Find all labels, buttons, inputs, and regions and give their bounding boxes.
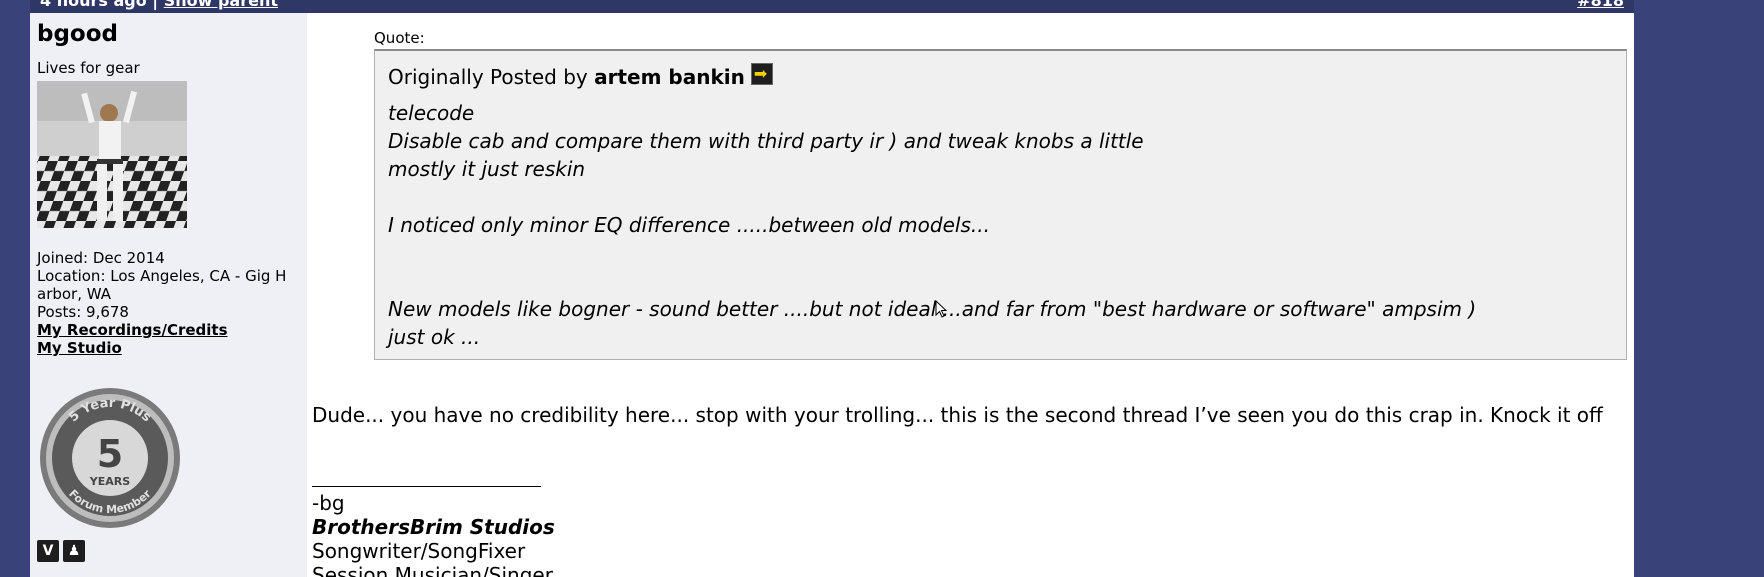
quote-line: New models like bogner - sound better ..… <box>388 297 1477 321</box>
quote-text: telecode Disable cab and compare them wi… <box>388 99 1476 351</box>
quote-block: Originally Posted by artem bankin teleco… <box>374 49 1627 360</box>
my-studio-link[interactable]: My Studio <box>37 339 302 357</box>
location-line-2: arbor, WA <box>37 285 112 303</box>
quote-line: Disable cab and compare them with third … <box>388 129 1144 153</box>
username[interactable]: bgood <box>37 21 118 47</box>
user-info: Joined: Dec 2014 Location: Los Angeles, … <box>37 249 302 357</box>
meta-separator: | <box>152 0 159 10</box>
quote-line: just ok ... <box>388 325 481 349</box>
quote-label: Quote: <box>374 29 425 47</box>
signature: -bg BrothersBrim Studios Songwriter/Song… <box>312 461 555 577</box>
quote-line <box>388 183 1476 211</box>
joined-date: Joined: Dec 2014 <box>37 249 165 267</box>
badge-years-word: YEARS <box>89 475 130 488</box>
show-parent-link[interactable]: Show parent <box>164 0 278 10</box>
mouse-cursor-icon <box>935 300 947 318</box>
quote-line <box>388 239 1476 267</box>
location-line-1: Location: Los Angeles, CA - Gig H <box>37 267 287 285</box>
quote-line: telecode <box>388 101 475 125</box>
view-post-arrow-icon[interactable] <box>750 63 773 85</box>
signature-studio: BrothersBrim Studios <box>312 515 555 539</box>
signature-name: -bg <box>312 491 345 515</box>
user-icons: V ♟ <box>37 540 89 562</box>
badge-years-number: 5 <box>97 432 123 476</box>
time-ago: 4 hours ago <box>40 0 147 10</box>
post-header-bar: 4 hours ago | Show parent #818 <box>30 0 1634 13</box>
post-meta: 4 hours ago | Show parent <box>40 0 278 10</box>
post-content: Quote: Originally Posted by artem bankin… <box>312 13 1634 577</box>
signature-divider <box>312 461 541 487</box>
avatar[interactable] <box>37 81 187 228</box>
forum-post: bgood Lives for gear Joined: Dec 2014 Lo… <box>30 13 1634 577</box>
five-year-member-badge-icon: 5 Year Plus Forum Member 5 YEARS <box>37 385 183 531</box>
signature-line-1: Songwriter/SongFixer <box>312 539 526 563</box>
user-sidebar: bgood Lives for gear Joined: Dec 2014 Lo… <box>30 13 307 577</box>
user-location: Location: Los Angeles, CA - Gig H arbor,… <box>37 267 302 303</box>
quote-line: I noticed only minor EQ difference .....… <box>388 213 990 237</box>
quote-author: artem bankin <box>594 65 745 89</box>
post-body: Dude... you have no credibility here... … <box>312 403 1603 427</box>
quote-line: mostly it just reskin <box>388 157 586 181</box>
quote-posted-by: Originally Posted by <box>388 65 588 89</box>
signature-line-2: Session Musician/Singer <box>312 563 553 577</box>
user-title: Lives for gear <box>37 59 140 77</box>
quote-header: Originally Posted by artem bankin <box>388 63 773 89</box>
quote-line <box>388 267 1476 295</box>
profile-icon[interactable]: ♟ <box>63 540 85 562</box>
recordings-credits-link[interactable]: My Recordings/Credits <box>37 321 302 339</box>
post-number-link[interactable]: #818 <box>1577 0 1624 10</box>
verified-icon[interactable]: V <box>37 540 59 562</box>
post-count: Posts: 9,678 <box>37 303 129 321</box>
